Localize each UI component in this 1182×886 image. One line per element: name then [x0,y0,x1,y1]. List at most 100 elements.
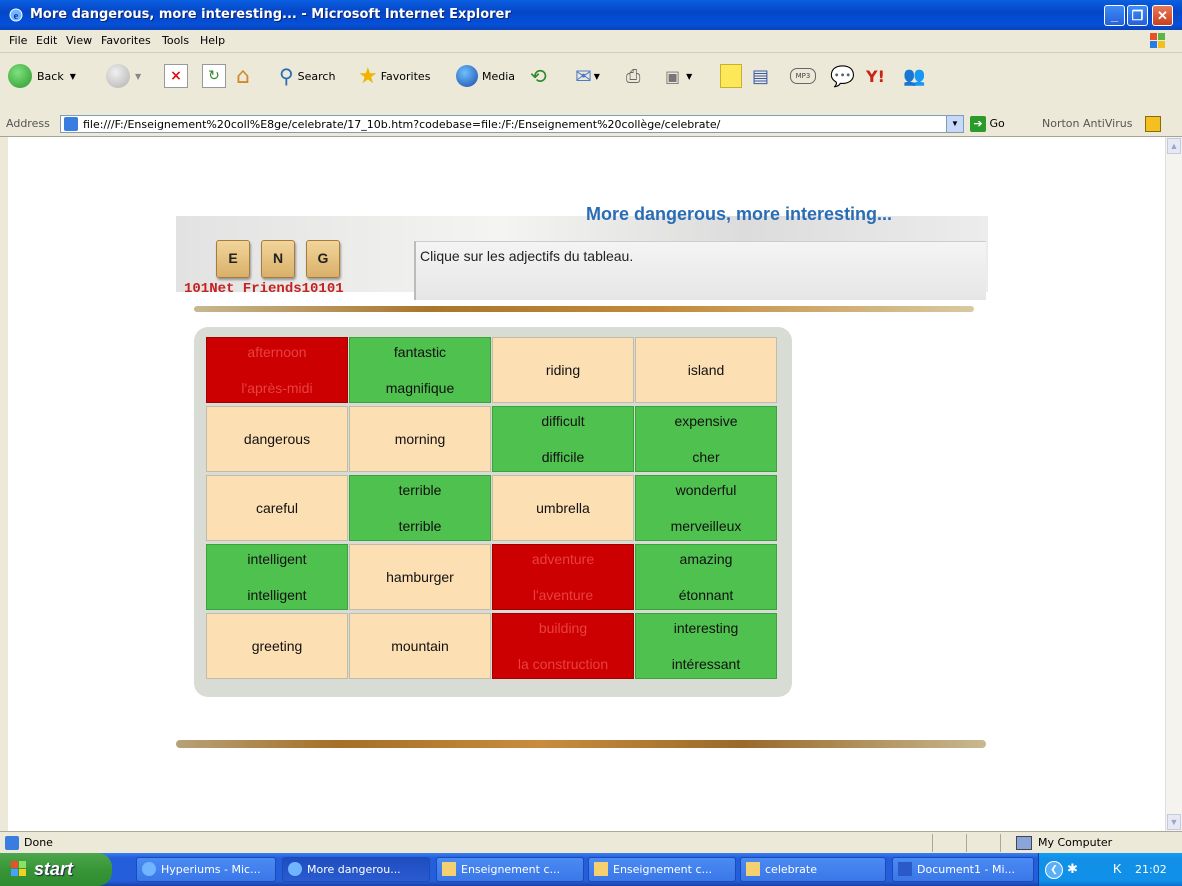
grid-cell[interactable]: intelligent intelligent [206,544,348,610]
window-title-bar[interactable]: e More dangerous, more interesting... - … [0,0,1182,30]
start-button[interactable]: start [0,853,112,886]
media-label: Media [482,69,516,83]
menu-edit[interactable]: Edit [36,34,57,47]
task-celebrate[interactable]: celebrate [740,857,886,882]
start-label: start [34,859,74,879]
cell-french-translation: merveilleux [670,518,742,534]
cell-french-translation: cher [692,449,720,465]
yahoo-button[interactable]: Y! [866,59,885,93]
mp3-button[interactable]: MP3 [790,59,816,93]
page-content: More dangerous, more interesting... E N … [8,137,1165,831]
cell-english-word: umbrella [536,500,590,516]
cell-french-translation: l'après-midi [241,380,313,396]
grid-cell[interactable]: island [635,337,777,403]
task-enseignement-1[interactable]: Enseignement c... [436,857,584,882]
grid-cell[interactable]: mountain [349,613,491,679]
language-icon[interactable]: K [1113,861,1129,877]
minimize-button[interactable]: _ [1104,5,1125,26]
grid-cell[interactable]: greeting [206,613,348,679]
menu-tools[interactable]: Tools [162,34,189,47]
ie-icon [142,862,156,876]
menu-file[interactable]: File [9,34,27,47]
word-icon [898,862,912,876]
windows-logo-icon [1150,33,1165,48]
norton-antivirus[interactable]: Norton AntiVirus [1042,117,1132,130]
instruction-text: Clique sur les adjectifs du tableau. [420,248,634,264]
cell-english-word: intelligent [247,551,307,567]
vertical-scrollbar[interactable]: ▲ ▼ [1165,137,1182,831]
grid-cell[interactable]: afternoon l'après-midi [206,337,348,403]
norton-icon[interactable] [1145,116,1161,132]
grid-cell[interactable]: expensive cher [635,406,777,472]
media-icon [456,65,478,87]
close-button[interactable]: ✕ [1152,5,1173,26]
tray-arrow-icon[interactable]: ❮ [1045,861,1063,879]
search-label: Search [297,69,336,83]
notes-button[interactable] [720,59,742,93]
task-hyperiums[interactable]: Hyperiums - Mic... [136,857,276,882]
task-document1[interactable]: Document1 - Mi... [892,857,1034,882]
print-button[interactable]: ⎙ [626,59,640,93]
refresh-button[interactable]: ↻ [202,59,226,93]
task-more-dangerous[interactable]: More dangerou... [282,857,430,882]
address-dropdown-icon[interactable]: ▼ [946,116,963,132]
address-input[interactable]: file:///F:/Enseignement%20coll%E8ge/cele… [60,115,964,133]
scroll-up-icon[interactable]: ▲ [1167,138,1181,154]
menu-view[interactable]: View [66,34,92,47]
grid-cell[interactable]: careful [206,475,348,541]
maximize-button[interactable]: ❐ [1127,5,1148,26]
media-button[interactable]: Media [456,59,515,93]
back-button[interactable]: Back ▼ [8,59,76,93]
grid-cell[interactable]: umbrella [492,475,634,541]
grid-cell[interactable]: morning [349,406,491,472]
window-title: More dangerous, more interesting... - Mi… [30,7,511,22]
cell-french-translation: intelligent [247,587,307,603]
cell-english-word: difficult [541,413,585,429]
stop-button[interactable]: × [164,59,188,93]
forward-button[interactable]: ▼ [106,59,141,93]
grid-cell[interactable]: hamburger [349,544,491,610]
go-label: Go [989,117,1005,130]
people-icon: 👥 [903,65,926,87]
refresh-icon: ↻ [202,64,226,88]
favorites-button[interactable]: ★ Favorites [358,59,430,93]
cell-english-word: afternoon [247,344,307,360]
grid-cell[interactable]: riding [492,337,634,403]
books-icon: ▤ [752,65,770,87]
task-enseignement-2[interactable]: Enseignement c... [588,857,736,882]
cell-french-translation: difficile [541,449,585,465]
search-button[interactable]: ⚲ Search [279,59,335,93]
cell-english-word: amazing [679,551,733,567]
messenger-button[interactable]: 💬 [830,59,855,93]
page-banner: More dangerous, more interesting... E N … [176,204,988,319]
grid-cell[interactable]: dangerous [206,406,348,472]
cell-french-translation: magnifique [385,380,455,396]
favorites-star-icon: ★ [358,63,378,89]
grid-cell[interactable]: interesting intéressant [635,613,777,679]
contacts-button[interactable]: 👥 [903,59,925,93]
grid-cell[interactable]: wonderful merveilleux [635,475,777,541]
home-button[interactable]: ⌂ [236,59,250,93]
grid-cell[interactable]: terrible terrible [349,475,491,541]
grid-cell[interactable]: fantastic magnifique [349,337,491,403]
cell-english-word: island [687,362,725,378]
history-button[interactable]: ⟲ [530,59,547,93]
grid-cell[interactable]: building la construction [492,613,634,679]
cell-english-word: riding [545,362,581,378]
cell-english-word: wonderful [675,482,737,498]
menu-favorites[interactable]: Favorites [101,34,151,47]
menu-help[interactable]: Help [200,34,225,47]
go-button[interactable]: ➔ Go [970,116,1005,132]
research-button[interactable]: ▤ [752,59,769,93]
network-icon[interactable]: ✱ [1067,861,1083,877]
edit-button[interactable]: ▣ ▼ [665,59,692,93]
grid-cell[interactable]: difficult difficile [492,406,634,472]
scroll-down-icon[interactable]: ▼ [1167,814,1181,830]
cell-english-word: greeting [251,638,303,654]
windows-logo-icon [11,861,26,876]
cell-english-word: expensive [674,413,738,429]
grid-cell[interactable]: adventure l'aventure [492,544,634,610]
grid-cell[interactable]: amazing étonnant [635,544,777,610]
mail-button[interactable]: ✉ ▼ [575,59,600,93]
home-icon: ⌂ [236,63,250,89]
